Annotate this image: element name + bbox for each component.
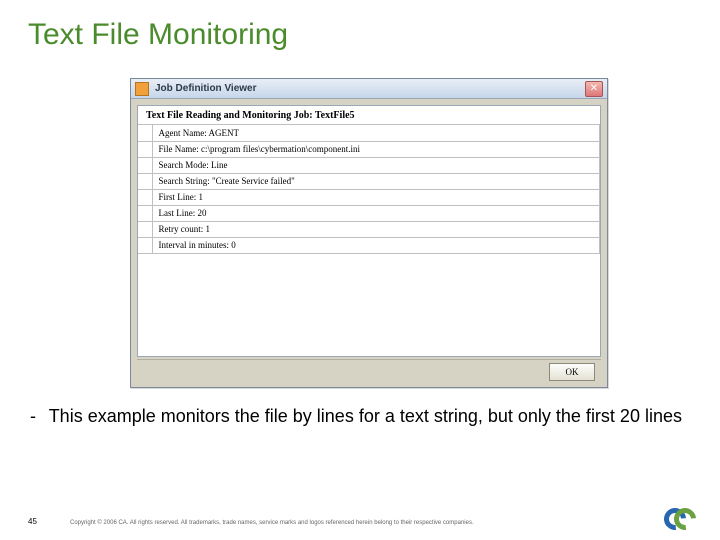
copyright-text: Copyright © 2006 CA. All rights reserved… — [70, 520, 474, 526]
property-cell: Interval in minutes: 0 — [152, 237, 600, 253]
table-row: Last Line: 20 — [138, 205, 600, 221]
close-button[interactable]: ✕ — [585, 81, 603, 97]
property-cell: Search String: "Create Service failed" — [152, 173, 600, 189]
window-title: Job Definition Viewer — [155, 83, 585, 94]
table-row: Search Mode: Line — [138, 157, 600, 173]
table-row: File Name: c:\program files\cybermation\… — [138, 141, 600, 157]
content-area: Text File Reading and Monitoring Job: Te… — [137, 105, 601, 357]
property-cell: First Line: 1 — [152, 189, 600, 205]
slide-caption: - This example monitors the file by line… — [30, 404, 690, 428]
property-cell: Agent Name: AGENT — [152, 125, 600, 141]
job-header: Text File Reading and Monitoring Job: Te… — [138, 106, 600, 125]
page-number: 45 — [28, 517, 37, 526]
table-row: Interval in minutes: 0 — [138, 237, 600, 253]
bullet-dash: - — [30, 404, 44, 428]
property-cell: File Name: c:\program files\cybermation\… — [152, 141, 600, 157]
slide-title: Text File Monitoring — [0, 0, 720, 52]
property-cell: Search Mode: Line — [152, 157, 600, 173]
dialog-footer: OK — [137, 359, 601, 383]
property-table: Agent Name: AGENT File Name: c:\program … — [138, 125, 600, 254]
caption-text: This example monitors the file by lines … — [49, 406, 682, 426]
ok-button[interactable]: OK — [549, 363, 595, 381]
ca-logo — [664, 508, 698, 532]
table-row: Search String: "Create Service failed" — [138, 173, 600, 189]
app-icon — [135, 82, 149, 96]
property-cell: Last Line: 20 — [152, 205, 600, 221]
table-row: Retry count: 1 — [138, 221, 600, 237]
table-row: Agent Name: AGENT — [138, 125, 600, 141]
dialog-window: Job Definition Viewer ✕ Text File Readin… — [130, 78, 608, 388]
table-row: First Line: 1 — [138, 189, 600, 205]
property-cell: Retry count: 1 — [152, 221, 600, 237]
titlebar: Job Definition Viewer ✕ — [131, 79, 607, 99]
